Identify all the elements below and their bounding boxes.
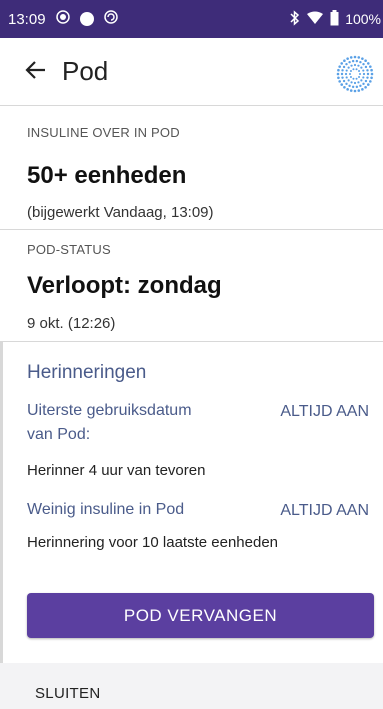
reminder-expiry-label: Uiterste gebruiksdatum van Pod: xyxy=(27,399,192,447)
insulin-section: INSULINE OVER IN POD 50+ eenheden (bijge… xyxy=(0,106,383,230)
reminder-expiry-state: ALTIJD AAN xyxy=(280,403,369,420)
reminder-low-insulin-state: ALTIJD AAN xyxy=(280,502,369,519)
arrow-left-icon xyxy=(25,61,45,79)
insulin-label: INSULINE OVER IN POD xyxy=(27,125,180,140)
reminders-heading: Herinneringen xyxy=(27,362,147,383)
back-button[interactable] xyxy=(18,52,54,88)
page-title: Pod xyxy=(62,56,109,86)
battery-level: 100% xyxy=(345,11,381,27)
pod-status-value: Verloopt: zondag xyxy=(27,272,222,299)
replace-pod-button[interactable]: POD VERVANGEN xyxy=(27,593,374,638)
pod-status-label: POD-STATUS xyxy=(27,242,111,257)
circle-icon xyxy=(79,12,94,26)
pod-dots-icon xyxy=(335,54,375,94)
reminder-expiry-detail: Herinner 4 uur van tevoren xyxy=(27,462,206,479)
wifi-icon xyxy=(306,11,324,28)
battery-icon xyxy=(330,9,339,29)
sync-icon xyxy=(103,10,118,28)
footer: SLUITEN xyxy=(0,663,383,709)
insulin-value: 50+ eenheden xyxy=(27,162,187,189)
reminder-expiry-label-line1: Uiterste gebruiksdatum xyxy=(27,402,192,419)
bluetooth-icon xyxy=(290,9,300,29)
reminder-low-insulin-label: Weinig insuline in Pod xyxy=(27,501,185,518)
close-button[interactable]: SLUITEN xyxy=(35,685,100,702)
pod-status-date: 9 okt. (12:26) xyxy=(27,315,116,332)
insulin-updated: (bijgewerkt Vandaag, 13:09) xyxy=(27,204,214,221)
reminder-expiry-label-line2: van Pod: xyxy=(27,426,91,443)
reminder-low-insulin-detail: Herinnering voor 10 laatste eenheden xyxy=(27,534,279,551)
status-time: 13:09 xyxy=(8,10,46,28)
record-icon xyxy=(55,10,70,28)
status-bar: 13:09 100% xyxy=(0,0,383,38)
pod-status-section: POD-STATUS Verloopt: zondag 9 okt. (12:2… xyxy=(0,230,383,342)
app-bar: Pod xyxy=(0,38,383,106)
